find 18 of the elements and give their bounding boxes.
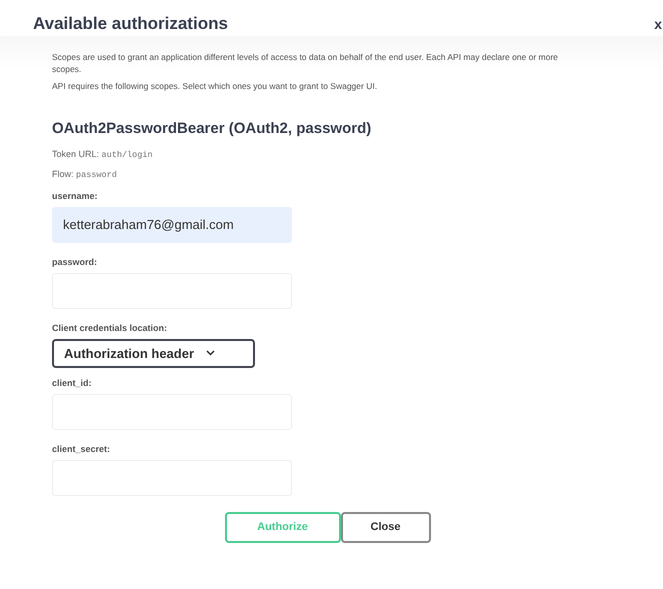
token-url-label: Token URL: [52, 148, 100, 159]
dropdown-select[interactable]: Authorization header [52, 338, 255, 368]
description-text: API requires the following scopes. Select which ones you want to grant to Swagger UI. [52, 80, 378, 93]
description-text: Scopes are used to grant an application different levels of access to data on behalf of the end user. Each API may declare one or more scopes. [52, 52, 559, 76]
scheme-title: OAuth2PasswordBearer (OAuth2, password) [52, 120, 372, 137]
field-label: password: [52, 256, 98, 267]
field-label: client_id: [52, 378, 92, 388]
dialog-title: Available authorizations [33, 14, 228, 34]
flow-value: password [76, 170, 117, 180]
close-dialog-button[interactable]: Close [340, 512, 430, 543]
dialog-dismiss-button[interactable]: x [654, 16, 663, 32]
field-label: username: [52, 190, 98, 201]
chevron-icon [206, 350, 216, 356]
field-label: client_secret: [52, 444, 110, 454]
token-url: auth/login [102, 150, 153, 160]
field-label: Client credentials location: [52, 322, 168, 333]
flow-label: Flow: [52, 168, 74, 179]
input-field[interactable]: ketterabraham76@gmail.com [52, 206, 292, 243]
